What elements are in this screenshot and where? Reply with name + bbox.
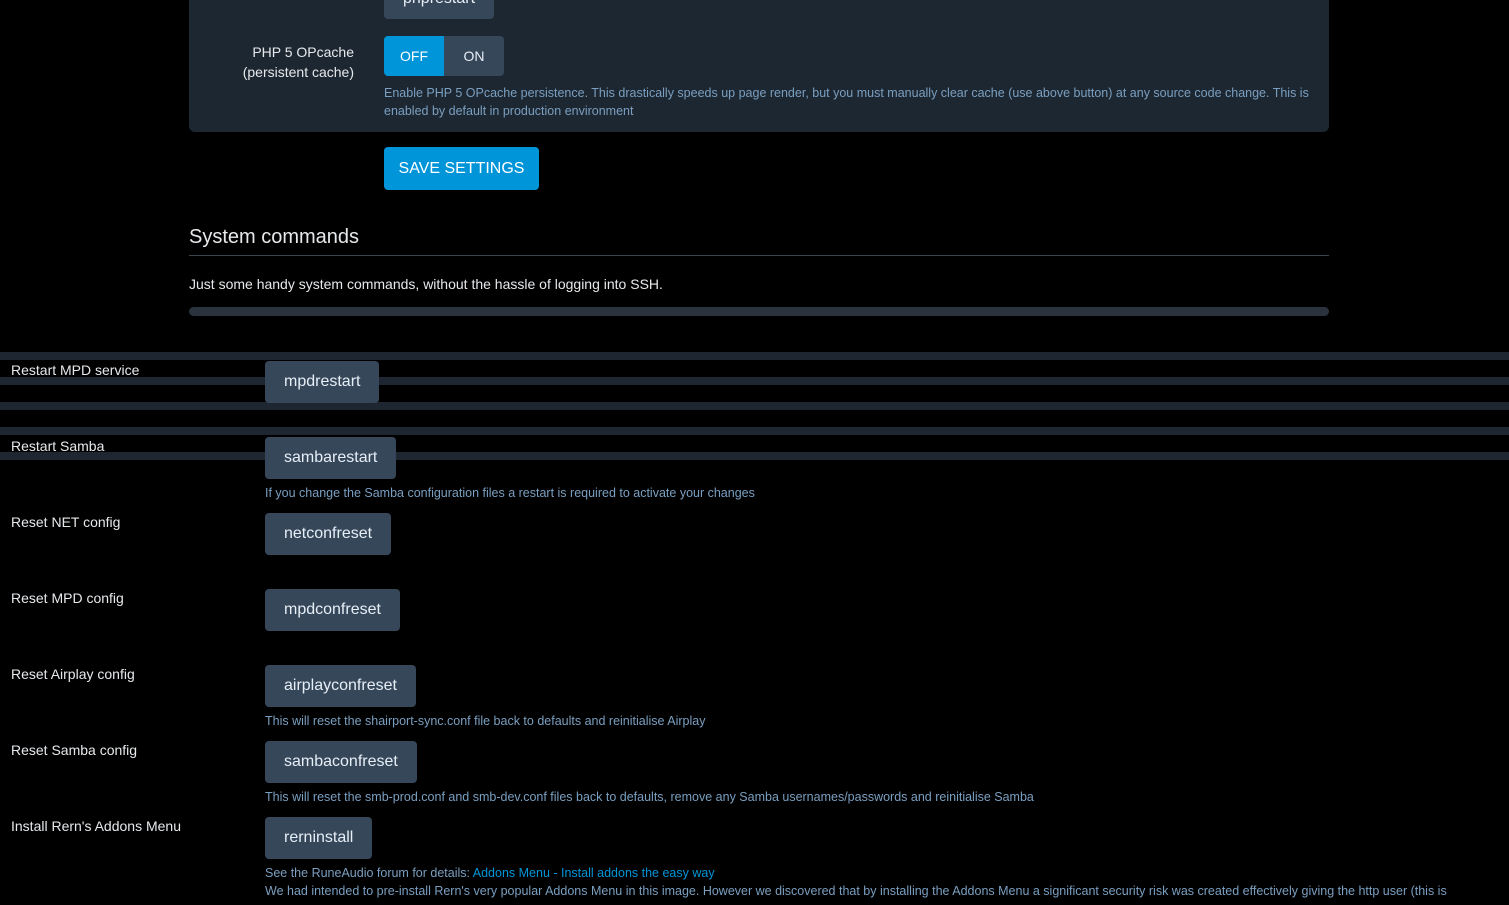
airplayconfreset-button[interactable]: airplayconfreset — [265, 665, 416, 707]
section-intro: Just some handy system commands, without… — [189, 276, 663, 292]
opcache-label: PHP 5 OPcache (persistent cache) — [230, 42, 354, 82]
addons-menu-link[interactable]: Addons Menu - Install addons the easy wa… — [473, 866, 715, 880]
section-title: System commands — [189, 226, 360, 248]
rerninstall-help-detail: We had intended to pre-install Rern's ve… — [265, 884, 1447, 898]
opcache-help: Enable PHP 5 OPcache persistence. This d… — [384, 86, 1309, 118]
sambaconfreset-button[interactable]: sambaconfreset — [265, 741, 417, 783]
command-label-rerninstall: Install Rern's Addons Menu — [11, 818, 181, 834]
mpdrestart-button[interactable]: mpdrestart — [265, 361, 380, 403]
netconfreset-button[interactable]: netconfreset — [265, 513, 392, 555]
command-label-sambaconfreset: Reset Samba config — [11, 742, 138, 758]
stripe — [0, 427, 1509, 435]
airplayconfreset-help: This will reset the shairport-sync.conf … — [265, 714, 706, 728]
stripe — [0, 452, 1509, 460]
command-label-mpdrestart: Restart MPD service — [11, 362, 140, 378]
sambaconfreset-help: This will reset the smb-prod.conf and sm… — [265, 790, 1034, 804]
stripe — [0, 377, 1509, 385]
opcache-label-line2: (persistent cache) — [242, 64, 354, 80]
stripe — [0, 352, 1509, 360]
section-divider — [189, 255, 1329, 256]
save-settings-button[interactable]: SAVE SETTINGS — [384, 147, 539, 190]
rerninstall-help: See the RuneAudio forum for details: Add… — [265, 864, 1500, 900]
stripe — [0, 402, 1509, 410]
sambarestart-button[interactable]: sambarestart — [265, 437, 397, 479]
opcache-on-option[interactable]: ON — [444, 36, 504, 76]
mpdconfreset-button[interactable]: mpdconfreset — [265, 589, 400, 631]
command-label-netconfreset: Reset NET config — [11, 514, 121, 530]
opcache-toggle[interactable]: OFF ON — [384, 36, 504, 76]
command-label-mpdconfreset: Reset MPD config — [11, 590, 124, 606]
phprestart-button[interactable]: phprestart — [384, 0, 495, 19]
rerninstall-help-prefix: See the RuneAudio forum for details: — [265, 866, 473, 880]
opcache-off-option[interactable]: OFF — [384, 36, 444, 76]
command-label-airplayconfreset: Reset Airplay config — [11, 666, 135, 682]
command-label-sambarestart: Restart Samba — [11, 438, 105, 454]
sambarestart-help: If you change the Samba configuration fi… — [265, 486, 755, 500]
rerninstall-button[interactable]: rerninstall — [265, 817, 373, 859]
opcache-label-line1: PHP 5 OPcache — [252, 44, 354, 60]
progress-bar — [189, 307, 1329, 316]
